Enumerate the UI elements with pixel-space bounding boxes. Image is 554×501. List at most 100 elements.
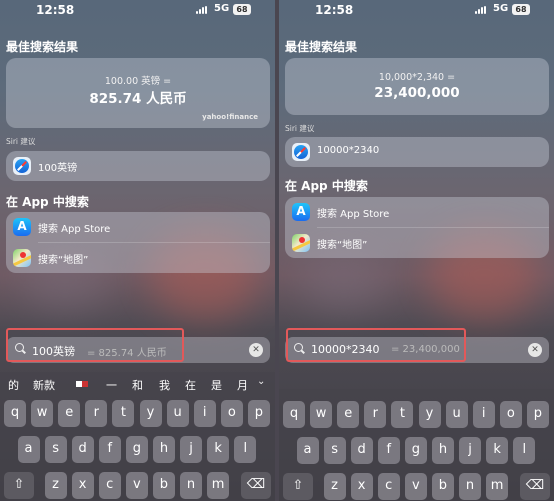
key-e[interactable]: e bbox=[58, 400, 81, 427]
status-time: 12:58 bbox=[315, 3, 354, 17]
key-d[interactable]: d bbox=[350, 437, 373, 464]
key-n[interactable]: n bbox=[459, 473, 481, 500]
key-f[interactable]: f bbox=[98, 436, 121, 463]
search-app-store-row[interactable]: A 搜索 App Store bbox=[6, 212, 270, 242]
app-search-title: 在 App 中搜索 bbox=[285, 179, 368, 193]
backspace-icon[interactable]: ⌫ bbox=[520, 473, 550, 500]
candidate-word[interactable]: 是 bbox=[211, 377, 222, 393]
key-z[interactable]: z bbox=[323, 473, 346, 500]
key-b[interactable]: b bbox=[152, 472, 175, 499]
candidate-word[interactable]: 我 bbox=[159, 377, 170, 393]
candidate-word[interactable]: 的 bbox=[8, 377, 19, 393]
key-c[interactable]: c bbox=[98, 472, 121, 499]
candidate-emoji-icon[interactable] bbox=[76, 381, 88, 387]
cellular-signal-icon bbox=[475, 6, 487, 14]
key-r[interactable]: r bbox=[364, 401, 387, 428]
key-r[interactable]: r bbox=[85, 400, 108, 427]
key-s[interactable]: s bbox=[323, 437, 346, 464]
key-q[interactable]: q bbox=[283, 401, 305, 428]
key-j[interactable]: j bbox=[459, 437, 482, 464]
highlight-box bbox=[6, 328, 184, 362]
best-result-card[interactable]: 100.00 英镑 = 825.74 人民币 yahoo!finance bbox=[6, 58, 270, 128]
candidate-word[interactable]: 在 bbox=[185, 377, 196, 393]
comparison-stage: 12:58 5G 68 最佳搜索结果 100.00 英镑 = 825.74 人民… bbox=[0, 0, 554, 501]
key-p[interactable]: p bbox=[247, 400, 270, 427]
key-a[interactable]: a bbox=[17, 436, 40, 463]
key-h[interactable]: h bbox=[153, 436, 175, 463]
clear-icon[interactable]: ✕ bbox=[528, 343, 542, 357]
yahoo-finance-logo: yahoo!finance bbox=[202, 113, 258, 121]
key-q[interactable]: q bbox=[4, 400, 26, 427]
cellular-signal-icon bbox=[196, 6, 208, 14]
candidate-word[interactable]: 月 bbox=[237, 377, 248, 393]
status-bar: 12:58 5G 68 bbox=[279, 0, 554, 20]
key-g[interactable]: g bbox=[125, 436, 148, 463]
siri-suggestion-row[interactable]: 100英镑 bbox=[6, 151, 270, 181]
key-b[interactable]: b bbox=[431, 473, 454, 500]
clear-icon[interactable]: ✕ bbox=[249, 343, 263, 357]
key-v[interactable]: v bbox=[404, 473, 427, 500]
key-z[interactable]: z bbox=[44, 472, 67, 499]
key-x[interactable]: x bbox=[350, 473, 373, 500]
key-u[interactable]: u bbox=[445, 401, 468, 428]
app-search-title: 在 App 中搜索 bbox=[6, 195, 89, 209]
key-x[interactable]: x bbox=[71, 472, 94, 499]
search-maps-row[interactable]: 搜索“地图” bbox=[6, 243, 270, 273]
maps-icon bbox=[13, 249, 31, 267]
key-o[interactable]: o bbox=[220, 400, 243, 427]
maps-icon bbox=[292, 234, 310, 252]
key-p[interactable]: p bbox=[526, 401, 549, 428]
key-t[interactable]: t bbox=[391, 401, 414, 428]
key-m[interactable]: m bbox=[207, 472, 230, 499]
search-maps-label: 搜索“地图” bbox=[317, 240, 368, 251]
candidate-word[interactable]: 新款 bbox=[33, 377, 55, 393]
key-w[interactable]: w bbox=[31, 400, 54, 427]
key-m[interactable]: m bbox=[486, 473, 509, 500]
key-f[interactable]: f bbox=[377, 437, 400, 464]
key-g[interactable]: g bbox=[404, 437, 427, 464]
key-y[interactable]: y bbox=[139, 400, 162, 427]
calculation-input: 10,000*2,340 = bbox=[378, 72, 456, 83]
keyboard: 的 新款 一 和 我 在 是 月 ⌄ q w e r t y u i o p a s d f g h j k l ⇧ z… bbox=[0, 372, 275, 501]
key-t[interactable]: t bbox=[112, 400, 135, 427]
siri-suggestion-row[interactable]: 10000*2340 bbox=[285, 137, 549, 167]
key-i[interactable]: i bbox=[472, 401, 495, 428]
key-o[interactable]: o bbox=[499, 401, 522, 428]
search-app-store-label: 搜索 App Store bbox=[38, 224, 111, 235]
search-maps-row[interactable]: 搜索“地图” bbox=[285, 228, 549, 258]
shift-icon[interactable]: ⇧ bbox=[4, 472, 34, 499]
key-v[interactable]: v bbox=[125, 472, 148, 499]
key-h[interactable]: h bbox=[432, 437, 454, 464]
key-l[interactable]: l bbox=[513, 437, 536, 464]
key-n[interactable]: n bbox=[180, 472, 202, 499]
conversion-input: 100.00 英镑 = bbox=[104, 76, 172, 87]
siri-suggestion-card[interactable]: 100英镑 bbox=[6, 151, 270, 181]
key-c[interactable]: c bbox=[377, 473, 400, 500]
best-result-card[interactable]: 10,000*2,340 = 23,400,000 bbox=[285, 58, 549, 115]
backspace-icon[interactable]: ⌫ bbox=[241, 472, 271, 499]
best-result-title: 最佳搜索结果 bbox=[6, 40, 79, 54]
key-j[interactable]: j bbox=[180, 436, 203, 463]
key-y[interactable]: y bbox=[418, 401, 441, 428]
key-i[interactable]: i bbox=[193, 400, 216, 427]
key-l[interactable]: l bbox=[234, 436, 257, 463]
shift-icon[interactable]: ⇧ bbox=[283, 473, 313, 500]
key-a[interactable]: a bbox=[296, 437, 319, 464]
candidate-word[interactable]: 一 bbox=[106, 377, 117, 393]
app-store-icon: A bbox=[13, 218, 31, 236]
search-app-store-row[interactable]: A 搜索 App Store bbox=[285, 197, 549, 227]
key-k[interactable]: k bbox=[207, 436, 230, 463]
key-u[interactable]: u bbox=[166, 400, 189, 427]
key-w[interactable]: w bbox=[310, 401, 333, 428]
candidate-bar: 的 新款 一 和 我 在 是 月 ⌄ bbox=[0, 372, 275, 396]
chevron-down-icon[interactable]: ⌄ bbox=[257, 376, 265, 387]
highlight-box bbox=[286, 328, 466, 362]
key-s[interactable]: s bbox=[44, 436, 67, 463]
key-d[interactable]: d bbox=[71, 436, 94, 463]
key-e[interactable]: e bbox=[337, 401, 360, 428]
siri-suggestion-card[interactable]: 10000*2340 bbox=[285, 137, 549, 167]
candidate-word[interactable]: 和 bbox=[132, 377, 143, 393]
battery-icon: 68 bbox=[512, 4, 530, 15]
key-k[interactable]: k bbox=[486, 437, 509, 464]
network-type: 5G bbox=[493, 3, 509, 14]
